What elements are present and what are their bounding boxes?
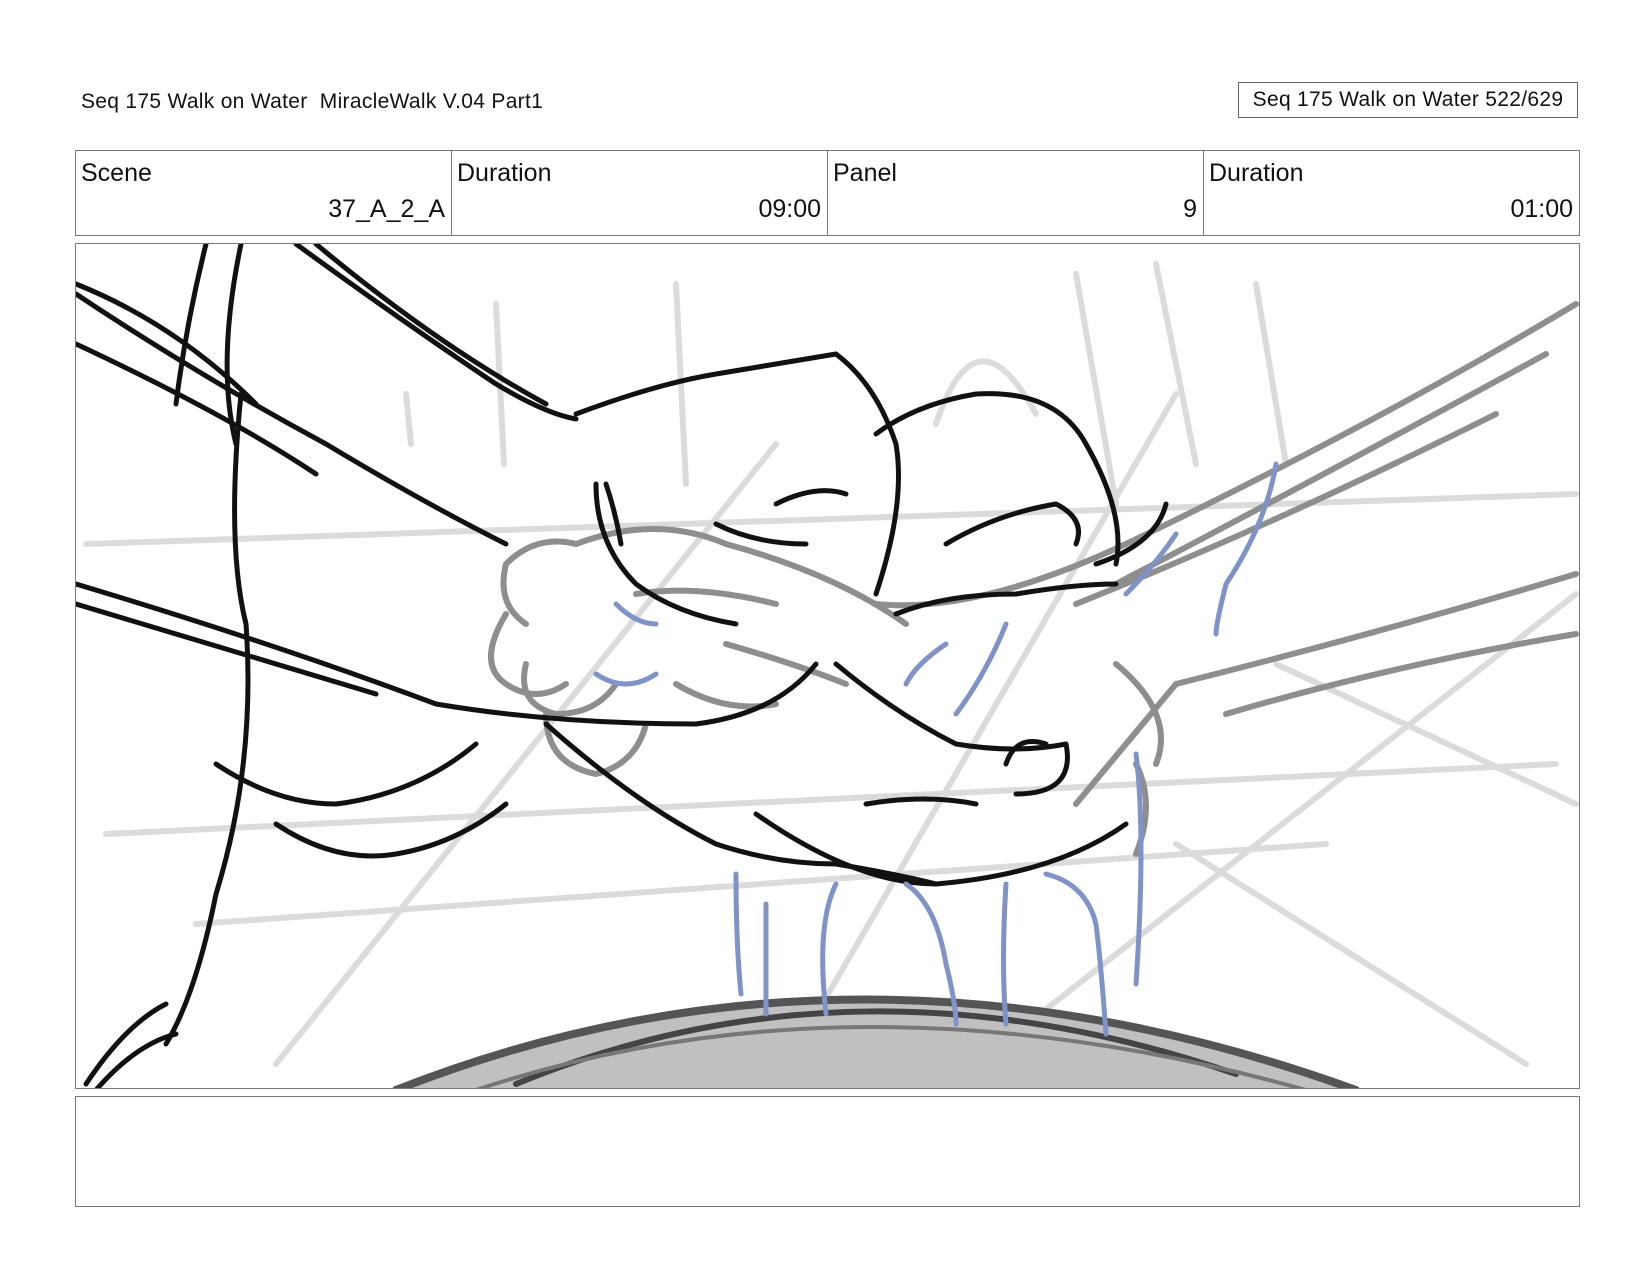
panel-cell: Panel 9 [828, 151, 1204, 235]
panel-duration-label: Duration [1209, 159, 1304, 187]
storyboard-sketch [76, 244, 1579, 1088]
storyboard-panel [75, 243, 1580, 1089]
scene-value: 37_A_2_A [328, 195, 445, 223]
panel-duration-cell: Duration 01:00 [1204, 151, 1579, 235]
panel-duration-value: 01:00 [1510, 195, 1573, 223]
scene-info-table: Scene 37_A_2_A Duration 09:00 Panel 9 Du… [75, 150, 1580, 236]
panel-label: Panel [833, 159, 897, 187]
water-bowl [392, 995, 1360, 1088]
scene-duration-cell: Duration 09:00 [452, 151, 828, 235]
scene-label: Scene [81, 159, 152, 187]
water-streams [593, 461, 1279, 1037]
document-title: Seq 175 Walk on Water MiracleWalk V.04 P… [81, 90, 544, 113]
scene-duration-label: Duration [457, 159, 552, 187]
scene-duration-value: 09:00 [758, 195, 821, 223]
panel-value: 9 [1183, 195, 1197, 223]
scene-cell: Scene 37_A_2_A [76, 151, 452, 235]
page-counter: Seq 175 Walk on Water 522/629 [1238, 82, 1578, 118]
panel-notes-box [75, 1096, 1580, 1207]
